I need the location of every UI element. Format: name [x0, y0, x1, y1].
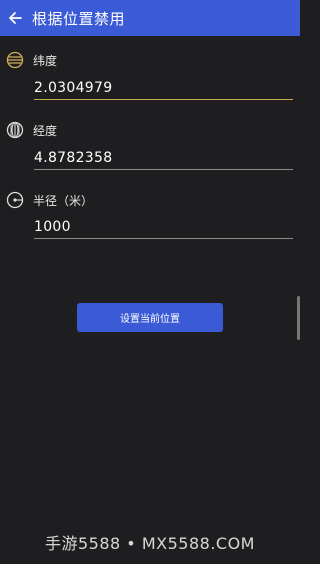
radius-label-row: 半径（米）	[6, 190, 93, 210]
longitude-globe-icon	[6, 121, 24, 139]
set-current-location-button[interactable]: 设置当前位置	[77, 303, 223, 332]
arrow-left-icon	[9, 12, 22, 24]
latitude-input[interactable]	[34, 78, 293, 100]
radius-icon	[6, 191, 24, 209]
latitude-label-row: 纬度	[6, 50, 57, 70]
scrollbar[interactable]	[297, 296, 300, 340]
longitude-input[interactable]	[34, 148, 293, 170]
longitude-label: 经度	[33, 123, 58, 138]
app-bar: 根据位置禁用	[0, 0, 300, 36]
latitude-label: 纬度	[33, 53, 58, 68]
longitude-label-row: 经度	[6, 120, 57, 140]
latitude-globe-icon	[6, 51, 24, 69]
watermark-text: 手游5588 • MX5588.COM	[45, 534, 255, 553]
screen: 根据位置禁用 纬度 经度	[0, 0, 300, 564]
back-button[interactable]	[0, 0, 30, 36]
radius-label: 半径（米）	[33, 193, 94, 208]
page-title: 根据位置禁用	[32, 9, 126, 28]
radius-input[interactable]	[34, 217, 293, 239]
